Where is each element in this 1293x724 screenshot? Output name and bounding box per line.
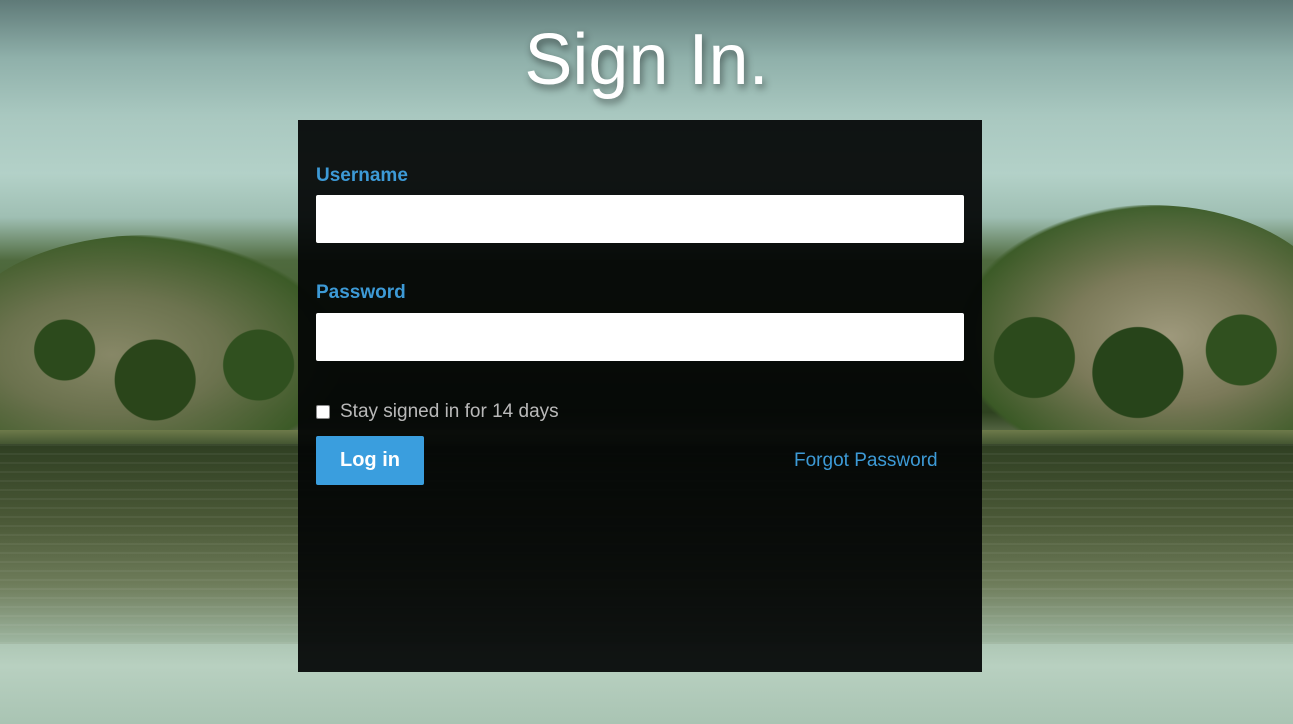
- remember-me-label: Stay signed in for 14 days: [340, 401, 559, 422]
- forgot-password-link[interactable]: Forgot Password: [794, 450, 938, 472]
- remember-me-row[interactable]: Stay signed in for 14 days: [316, 400, 559, 423]
- username-field[interactable]: [316, 195, 964, 243]
- remember-me-checkbox[interactable]: [316, 404, 330, 419]
- page-title: Sign In.: [524, 20, 769, 100]
- login-page-background: Sign In. Username Password Stay signed i…: [0, 0, 1293, 724]
- log-in-button[interactable]: Log in: [316, 436, 424, 485]
- login-panel: Username Password Stay signed in for 14 …: [298, 120, 982, 672]
- password-label: Password: [316, 282, 406, 303]
- password-field[interactable]: [316, 313, 964, 361]
- username-label: Username: [316, 165, 408, 186]
